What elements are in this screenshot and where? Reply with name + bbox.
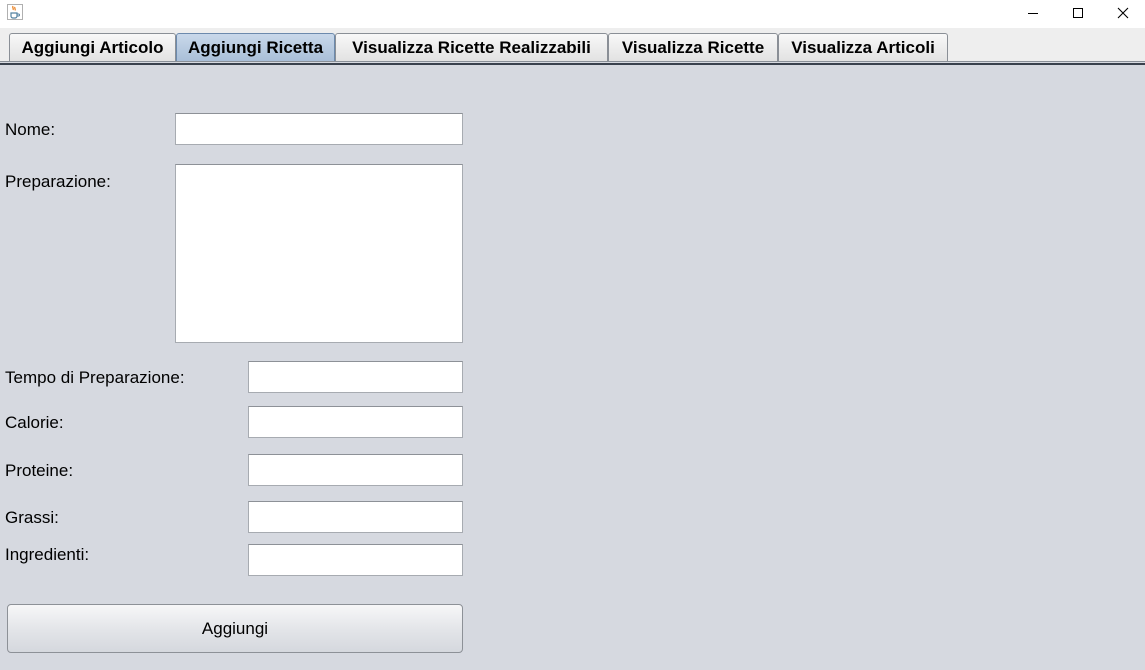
tab-aggiungi-ricetta[interactable]: Aggiungi Ricetta	[176, 33, 335, 61]
tab-divider	[0, 61, 1145, 62]
aggiungi-button[interactable]: Aggiungi	[7, 604, 463, 653]
minimize-button[interactable]	[1010, 0, 1056, 26]
preparazione-textarea[interactable]	[175, 164, 463, 343]
preparazione-label: Preparazione:	[5, 172, 111, 191]
ingredienti-input[interactable]	[248, 544, 463, 576]
proteine-label: Proteine:	[5, 461, 74, 480]
grassi-input[interactable]	[248, 501, 463, 533]
nome-label: Nome:	[5, 120, 56, 139]
tab-content-border	[0, 63, 1145, 65]
maximize-button[interactable]	[1055, 0, 1101, 26]
minimize-icon	[1027, 7, 1039, 19]
tab-bar: Aggiungi Articolo Aggiungi Ricetta Visua…	[0, 28, 1145, 62]
title-bar	[0, 0, 1145, 28]
calorie-label: Calorie:	[5, 413, 64, 432]
close-button[interactable]	[1100, 0, 1145, 26]
nome-input[interactable]	[175, 113, 463, 145]
calorie-input[interactable]	[248, 406, 463, 438]
tempo-preparazione-input[interactable]	[248, 361, 463, 393]
close-icon	[1117, 7, 1129, 19]
tab-visualizza-ricette[interactable]: Visualizza Ricette	[608, 33, 778, 61]
tab-aggiungi-articolo[interactable]: Aggiungi Articolo	[9, 33, 176, 61]
tab-visualizza-articoli[interactable]: Visualizza Articoli	[778, 33, 948, 61]
maximize-icon	[1072, 7, 1084, 19]
java-cup-icon	[7, 4, 23, 20]
ingredienti-label: Ingredienti:	[5, 545, 90, 564]
proteine-input[interactable]	[248, 454, 463, 486]
tempo-preparazione-label: Tempo di Preparazione:	[5, 368, 185, 387]
tab-visualizza-ricette-realizzabili[interactable]: Visualizza Ricette Realizzabili	[335, 33, 608, 61]
grassi-label: Grassi:	[5, 508, 59, 527]
